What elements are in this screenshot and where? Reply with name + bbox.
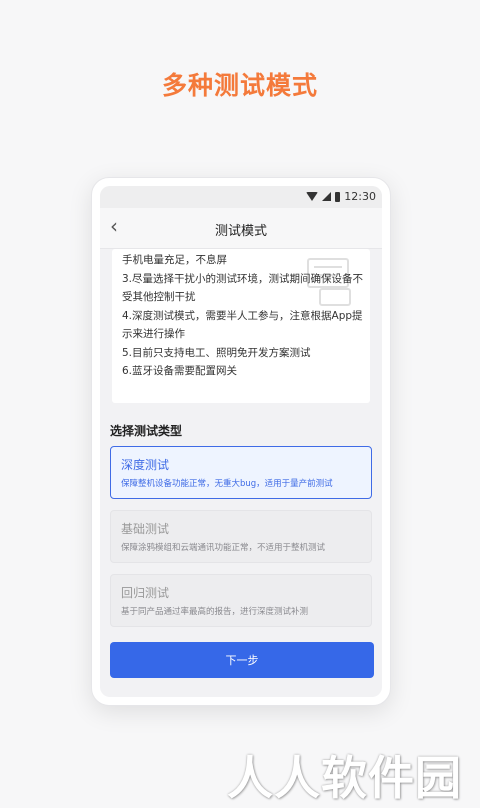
next-step-button[interactable]: 下一步 (110, 642, 374, 678)
status-bar: 12:30 (100, 186, 382, 208)
option-title: 深度测试 (121, 458, 170, 472)
note-line: 3.尽量选择干扰小的测试环境，测试期间确保设备不 (122, 272, 364, 285)
page-headline: 多种测试模式 (161, 71, 318, 100)
option-basic-test[interactable]: 基础测试 保障涂鸦模组和云端通讯功能正常，不适用于整机测试 (110, 510, 372, 563)
note-line: 4.深度测试模式，需要半人工参与，注意根据App提 (122, 309, 363, 322)
option-regression-test[interactable]: 回归测试 基于同产品通过率最高的报告，进行深度测试补测 (110, 574, 372, 627)
option-title: 基础测试 (121, 522, 170, 536)
note-line: 5.目前只支持电工、照明免开发方案测试 (122, 346, 311, 359)
nav-title: 测试模式 (214, 224, 267, 239)
status-time: 12:30 (344, 190, 376, 203)
test-notes-card: 手机电量充足，不息屏 3.尽量选择干扰小的测试环境，测试期间确保设备不 受其他控… (112, 249, 370, 403)
option-deep-test[interactable]: 深度测试 保障整机设备功能正常，无重大bug，适用于量产前测试 (110, 446, 372, 499)
note-line: 示来进行操作 (122, 328, 185, 340)
nav-bar: ‹ 测试模式 (100, 208, 382, 249)
note-line: 6.蓝牙设备需要配置网关 (122, 365, 238, 377)
signal-icon (322, 192, 332, 201)
option-description: 保障涂鸦模组和云端通讯功能正常，不适用于整机测试 (121, 543, 326, 553)
note-line: 手机电量充足，不息屏 (122, 254, 227, 266)
status-icons: 12:30 (306, 190, 376, 203)
notes-list: 手机电量充足，不息屏 3.尽量选择干扰小的测试环境，测试期间确保设备不 受其他控… (122, 251, 366, 381)
option-title: 回归测试 (121, 586, 170, 600)
phone-mockup: 12:30 ‹ 测试模式 手机电量充足，不息屏 3.尽量选择干扰小的测试环境，测… (91, 177, 391, 706)
wifi-icon (306, 192, 319, 201)
watermark: 人人软件园 (227, 751, 462, 805)
battery-icon (335, 191, 341, 202)
section-title: 选择测试类型 (110, 424, 183, 438)
option-description: 基于同产品通过率最高的报告，进行深度测试补测 (121, 607, 309, 617)
phone-screen: 12:30 ‹ 测试模式 手机电量充足，不息屏 3.尽量选择干扰小的测试环境，测… (100, 186, 382, 697)
note-line: 受其他控制干扰 (122, 291, 196, 303)
option-description: 保障整机设备功能正常，无重大bug，适用于量产前测试 (121, 479, 333, 489)
